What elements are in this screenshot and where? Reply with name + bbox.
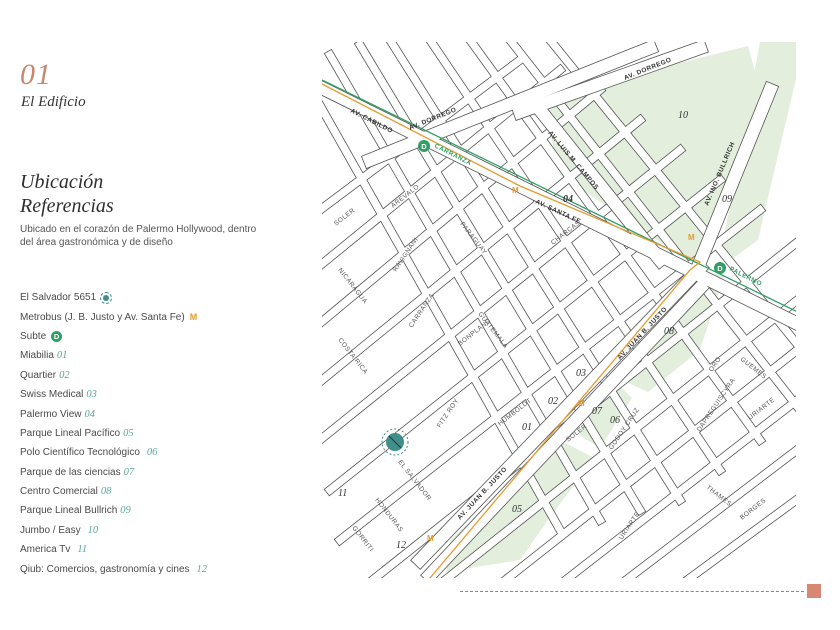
legend-number: 08 <box>100 486 112 498</box>
legend-label: Jumbo / Easy <box>20 524 81 536</box>
station-badge: D <box>717 264 723 273</box>
legend-item: Subte D <box>20 327 207 346</box>
ref-07[interactable]: 07 <box>592 406 603 417</box>
ref-05[interactable]: 05 <box>512 504 522 515</box>
legend-label: Polo Científico Tecnológico <box>20 447 140 459</box>
metrobus-icon: M <box>427 534 434 543</box>
legend-item: Centro Comercial 08 <box>20 482 207 501</box>
legend-item: Qiub: Comercios, gastronomía y cines 12 <box>20 559 207 578</box>
legend-number: 01 <box>56 350 68 362</box>
legend-label: Quartier <box>20 369 57 381</box>
legend-item: El Salvador 5651 <box>20 288 207 307</box>
legend-label: Parque de las ciencias <box>20 466 121 478</box>
label-st-gorriti: GORRITI <box>350 525 374 553</box>
ref-10[interactable]: 10 <box>678 110 688 121</box>
legend-item: Metrobus (J. B. Justo y Av. Santa Fe) M <box>20 307 207 326</box>
legend-label: Subte <box>20 330 47 342</box>
legend-item: Parque de las ciencias 07 <box>20 463 207 482</box>
ref-11[interactable]: 11 <box>338 488 347 499</box>
legend-item: America Tv 11 <box>20 540 207 559</box>
ref-06[interactable]: 06 <box>610 415 620 426</box>
location-heading: Ubicación Referencias <box>20 170 280 218</box>
metrobus-icon: M <box>578 399 585 408</box>
footer-accent-square <box>807 584 821 598</box>
target-icon <box>100 291 113 304</box>
legend-label: El Salvador 5651 <box>20 292 97 304</box>
legend-label: America Tv <box>20 544 71 556</box>
label-st-soler-1: SOLER <box>333 207 357 228</box>
ref-08[interactable]: 08 <box>664 326 674 337</box>
legend-label: Parque Lineal Bullrich <box>20 505 118 517</box>
ref-04[interactable]: 04 <box>563 194 573 205</box>
heading-line-1: Ubicación <box>20 171 104 193</box>
legend-number: 03 <box>86 389 97 401</box>
location-description: Ubicado en el corazón de Palermo Hollywo… <box>20 224 257 248</box>
label-st-borges: BORGES <box>739 497 768 522</box>
ref-09[interactable]: 09 <box>722 194 732 205</box>
legend-item: Quartier 02 <box>20 366 207 385</box>
map-canvas: AV. CABILDO AV. DORREGO AV. DORREGO AV. … <box>322 42 796 578</box>
legend-number: 11 <box>77 544 88 556</box>
legend-item: Parque Lineal Pacífico 05 <box>20 424 207 443</box>
station-badge: D <box>421 142 427 151</box>
legend-number: 06 <box>146 447 158 459</box>
legend-label: Swiss Medical <box>20 389 84 401</box>
metrobus-icon: M <box>688 233 695 242</box>
legend-item: Parque Lineal Bullrich 09 <box>20 501 207 520</box>
metrobus-icon: M <box>189 312 198 323</box>
metrobus-icon: M <box>512 186 519 195</box>
ref-12[interactable]: 12 <box>396 540 406 551</box>
legend-item: Swiss Medical 03 <box>20 385 207 404</box>
legend-item: Polo Científico Tecnológico 06 <box>20 443 207 462</box>
legend-label: Miabilia <box>20 350 54 362</box>
legend-number: 05 <box>123 427 134 439</box>
legend-label: Qiub: Comercios, gastronomía y cines <box>20 563 190 575</box>
legend-label: Palermo View <box>20 408 82 420</box>
heading-line-2: Referencias <box>20 195 114 217</box>
subte-icon: D <box>51 330 63 342</box>
ref-01[interactable]: 01 <box>522 422 532 433</box>
section-number: 01 <box>20 58 52 91</box>
legend-number: 12 <box>196 563 208 575</box>
location-map[interactable]: AV. CABILDO AV. DORREGO AV. DORREGO AV. … <box>322 42 796 578</box>
reference-legend: El Salvador 5651 Metrobus (J. B. Justo y… <box>20 288 207 579</box>
legend-number: 07 <box>123 466 135 478</box>
legend-number: 02 <box>59 369 70 381</box>
ref-02[interactable]: 02 <box>548 396 558 407</box>
legend-number: 04 <box>84 408 96 420</box>
footer-divider <box>460 591 804 592</box>
legend-item: Miabilia 01 <box>20 346 207 365</box>
legend-item: Jumbo / Easy 10 <box>20 521 207 540</box>
ref-03[interactable]: 03 <box>576 368 586 379</box>
legend-label: Centro Comercial <box>20 486 98 498</box>
section-title: El Edificio <box>21 94 86 110</box>
legend-number: 09 <box>120 505 131 517</box>
legend-item: Palermo View 04 <box>20 404 207 423</box>
legend-label: Metrobus (J. B. Justo y Av. Santa Fe) <box>20 311 185 323</box>
legend-label: Parque Lineal Pacífico <box>20 427 121 439</box>
legend-number: 10 <box>87 524 99 536</box>
